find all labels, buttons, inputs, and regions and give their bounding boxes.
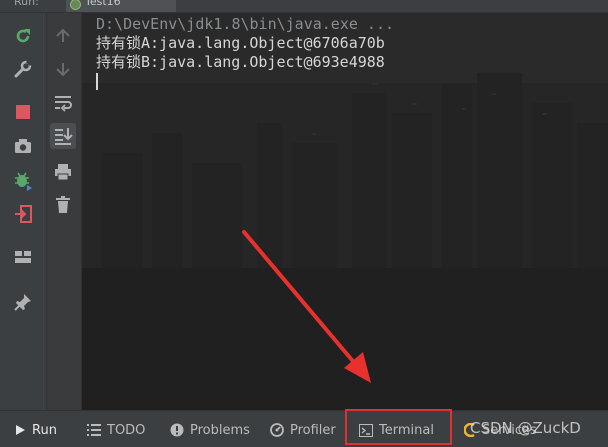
todo-tool-button[interactable]: TODO <box>87 419 145 441</box>
run-config-tab-label: Test16 <box>85 0 121 8</box>
run-config-tab[interactable]: Test16 <box>66 0 176 12</box>
pin-icon[interactable] <box>10 289 36 315</box>
run-tool-window-header: Run: Test16 <box>0 0 608 13</box>
todo-tool-label: TODO <box>107 422 146 438</box>
profiler-icon <box>270 423 284 437</box>
watermark-text: CSDN @ZuckD <box>470 419 581 437</box>
stop-icon[interactable] <box>10 99 36 125</box>
problems-tool-label: Problems <box>190 422 250 438</box>
soft-wrap-icon[interactable] <box>50 90 76 116</box>
settings-wrench-icon[interactable] <box>10 56 36 82</box>
run-tool-label: Run <box>32 422 57 438</box>
java-class-icon <box>70 0 81 10</box>
problems-tool-button[interactable]: Problems <box>170 419 250 441</box>
layout-icon[interactable] <box>10 244 36 270</box>
profiler-tool-label: Profiler <box>290 422 336 438</box>
list-icon <box>87 424 101 436</box>
console-output-line-2: 持有锁B:java.lang.Object@693e4988 <box>96 53 385 71</box>
console-background-image <box>82 13 608 410</box>
print-icon[interactable] <box>50 159 76 185</box>
run-toolbar-secondary <box>47 13 82 410</box>
up-arrow-icon[interactable] <box>50 23 76 49</box>
down-arrow-icon[interactable] <box>50 56 76 82</box>
terminal-highlight-box <box>345 409 452 445</box>
run-toolbar-primary <box>0 13 47 410</box>
exit-icon[interactable] <box>10 201 36 227</box>
play-icon <box>14 424 26 436</box>
scroll-to-end-icon[interactable] <box>50 123 76 149</box>
debug-bug-icon[interactable] <box>10 167 36 193</box>
camera-icon[interactable] <box>10 133 36 159</box>
rerun-icon[interactable] <box>10 23 36 49</box>
trash-icon[interactable] <box>50 192 76 218</box>
info-icon <box>170 423 184 437</box>
text-caret <box>96 73 98 90</box>
console-output[interactable]: D:\DevEnv\jdk1.8\bin\java.exe ... 持有锁A:j… <box>82 13 608 410</box>
profiler-tool-button[interactable]: Profiler <box>270 419 336 441</box>
run-tool-button[interactable]: Run <box>10 417 61 443</box>
run-label: Run: <box>14 0 39 8</box>
console-command-line: D:\DevEnv\jdk1.8\bin\java.exe ... <box>96 15 395 33</box>
console-output-line-1: 持有锁A:java.lang.Object@6706a70b <box>96 34 385 52</box>
